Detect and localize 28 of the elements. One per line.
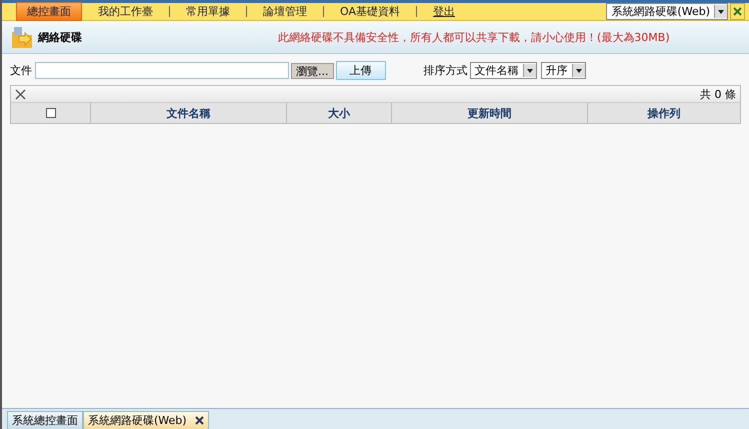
file-label: 文件 — [10, 63, 32, 78]
close-icon[interactable] — [194, 416, 204, 425]
browse-button[interactable]: 瀏覽... — [291, 62, 334, 78]
file-input[interactable] — [35, 62, 289, 79]
menu-item[interactable]: 常用單據 — [176, 3, 240, 20]
delete-icon[interactable] — [15, 88, 26, 100]
menu-item[interactable]: 登出 — [423, 3, 465, 20]
select-all-checkbox[interactable] — [46, 108, 56, 118]
window-tab[interactable]: 系統總控畫面 — [7, 411, 83, 429]
menu-item[interactable]: OA基礎資料 — [330, 3, 410, 20]
menu-item[interactable]: 我的工作臺 — [88, 3, 163, 20]
warning-notice: 此網絡硬碟不具備安全性，所有人都可以共享下載，請小心使用！(最大為30MB) — [278, 30, 670, 44]
sort-field-select[interactable]: 文件名稱 — [470, 62, 536, 79]
column-header: 操作列 — [587, 103, 740, 123]
record-count: 共 0 條 — [700, 86, 736, 102]
window-tab[interactable]: 系統網路硬碟(Web) — [83, 411, 209, 429]
column-header: 大小 — [286, 103, 391, 123]
module-select[interactable]: 系統網路硬碟(Web) — [606, 3, 728, 20]
sort-label: 排序方式 — [424, 63, 468, 78]
sort-order-select[interactable]: 升序 — [540, 62, 586, 79]
column-header: 文件名稱 — [90, 103, 286, 123]
close-button[interactable] — [730, 3, 745, 20]
upload-button[interactable]: 上傳 — [336, 61, 386, 80]
page-title: 網絡硬碟 — [38, 30, 83, 44]
column-header: 更新時間 — [391, 103, 587, 123]
folder-icon — [10, 24, 34, 50]
menu-item[interactable]: 論壇管理 — [253, 3, 317, 20]
menu-item[interactable]: 總控畫面 — [16, 2, 82, 21]
